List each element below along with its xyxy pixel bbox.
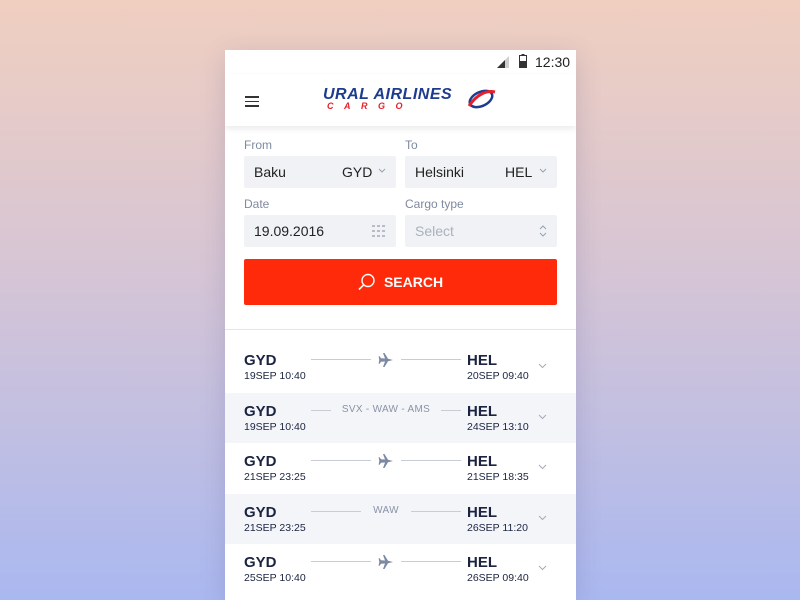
flight-result-row[interactable]: GYD 19SEP 10:40 HEL 20SEP 09:40 [225, 342, 576, 393]
route-line [411, 510, 461, 512]
origin-code: GYD [244, 503, 277, 521]
origin-code: GYD [244, 352, 277, 369]
search-icon [358, 273, 375, 291]
chevron-down-icon[interactable] [538, 464, 547, 470]
date-label: Date [244, 197, 270, 211]
route-line [401, 460, 461, 461]
phone-screen: 12:30 URAL AIRLINES CARGO From Baku GYD … [225, 50, 576, 600]
stopover-airports: SVX - WAW - AMS [341, 403, 431, 415]
route: WAW [311, 502, 461, 522]
sort-icon [539, 225, 547, 237]
chevron-down-icon [378, 168, 386, 173]
status-time: 12:30 [535, 54, 571, 70]
arrival-time: 26SEP 11:20 [467, 521, 528, 534]
destination-code: HEL [467, 453, 497, 470]
logo-subtext: CARGO [327, 101, 413, 111]
flight-result-row[interactable]: GYD 25SEP 10:40 HEL 26SEP 09:40 [225, 544, 576, 595]
origin-code: GYD [244, 402, 277, 420]
from-select[interactable]: Baku GYD [244, 156, 396, 188]
chevron-down-icon [539, 168, 547, 173]
from-city: Baku [254, 164, 286, 180]
search-form: From Baku GYD To Helsinki HEL Date 19.09… [225, 126, 576, 330]
departure-time: 21SEP 23:25 [244, 471, 306, 483]
route-line [311, 561, 371, 562]
route [311, 552, 461, 572]
status-bar: 12:30 [225, 50, 576, 74]
plane-icon [378, 454, 393, 468]
route [311, 350, 461, 370]
to-select[interactable]: Helsinki HEL [405, 156, 557, 188]
route: SVX - WAW - AMS [311, 401, 461, 421]
chevron-down-icon[interactable] [538, 515, 547, 521]
search-button[interactable]: SEARCH [244, 259, 557, 305]
arrival-time: 21SEP 18:35 [467, 471, 529, 483]
destination-code: HEL [467, 352, 497, 369]
menu-icon[interactable] [245, 96, 259, 107]
departure-time: 19SEP 10:40 [244, 370, 306, 382]
plane-icon [378, 555, 393, 569]
flight-results-list: GYD 19SEP 10:40 HEL 20SEP 09:40 GYD 19SEP 10:… [225, 342, 576, 595]
cargo-type-label: Cargo type [405, 197, 464, 211]
flight-result-row[interactable]: GYD 19SEP 10:40 SVX - WAW - AMS HEL 24SEP 13… [225, 392, 576, 443]
arrival-time: 24SEP 13:10 [467, 420, 529, 433]
origin-code: GYD [244, 453, 277, 470]
logo-swoosh-icon [467, 89, 496, 109]
arrival-time: 26SEP 09:40 [467, 572, 529, 584]
flight-result-row[interactable]: GYD 21SEP 23:25 HEL 21SEP 18:35 [225, 443, 576, 494]
flight-result-row[interactable]: GYD 21SEP 23:25 WAW HEL 26SEP 11:20 [225, 493, 576, 544]
cargo-type-select[interactable]: Select [405, 215, 557, 247]
divider [225, 329, 576, 330]
departure-time: 19SEP 10:40 [244, 420, 306, 433]
route-line [401, 359, 461, 360]
date-input[interactable]: 19.09.2016 [244, 215, 396, 247]
origin-code: GYD [244, 554, 277, 571]
from-code: GYD [342, 164, 373, 180]
to-city: Helsinki [415, 164, 465, 180]
route-line [441, 409, 461, 411]
route-line [401, 561, 461, 562]
departure-time: 25SEP 10:40 [244, 572, 306, 584]
destination-code: HEL [467, 402, 497, 420]
to-code: HEL [505, 164, 533, 180]
search-button-label: SEARCH [383, 274, 444, 290]
date-value: 19.09.2016 [254, 223, 325, 239]
route [311, 451, 461, 471]
destination-code: HEL [467, 503, 497, 521]
chevron-down-icon[interactable] [538, 565, 547, 571]
battery-icon [519, 54, 527, 68]
plane-icon [378, 353, 393, 367]
signal-icon [497, 56, 509, 68]
departure-time: 21SEP 23:25 [244, 521, 306, 534]
ural-airlines-cargo-logo: URAL AIRLINES CARGO [323, 84, 503, 116]
destination-code: HEL [467, 554, 497, 571]
calendar-icon[interactable] [372, 225, 386, 237]
from-label: From [244, 138, 272, 152]
chevron-down-icon[interactable] [538, 363, 547, 369]
to-label: To [405, 138, 418, 152]
app-bar: URAL AIRLINES CARGO [225, 74, 576, 126]
chevron-down-icon[interactable] [538, 414, 547, 420]
route-line [311, 359, 371, 360]
route-line [311, 460, 371, 461]
arrival-time: 20SEP 09:40 [467, 370, 529, 382]
cargo-type-placeholder: Select [415, 223, 454, 239]
